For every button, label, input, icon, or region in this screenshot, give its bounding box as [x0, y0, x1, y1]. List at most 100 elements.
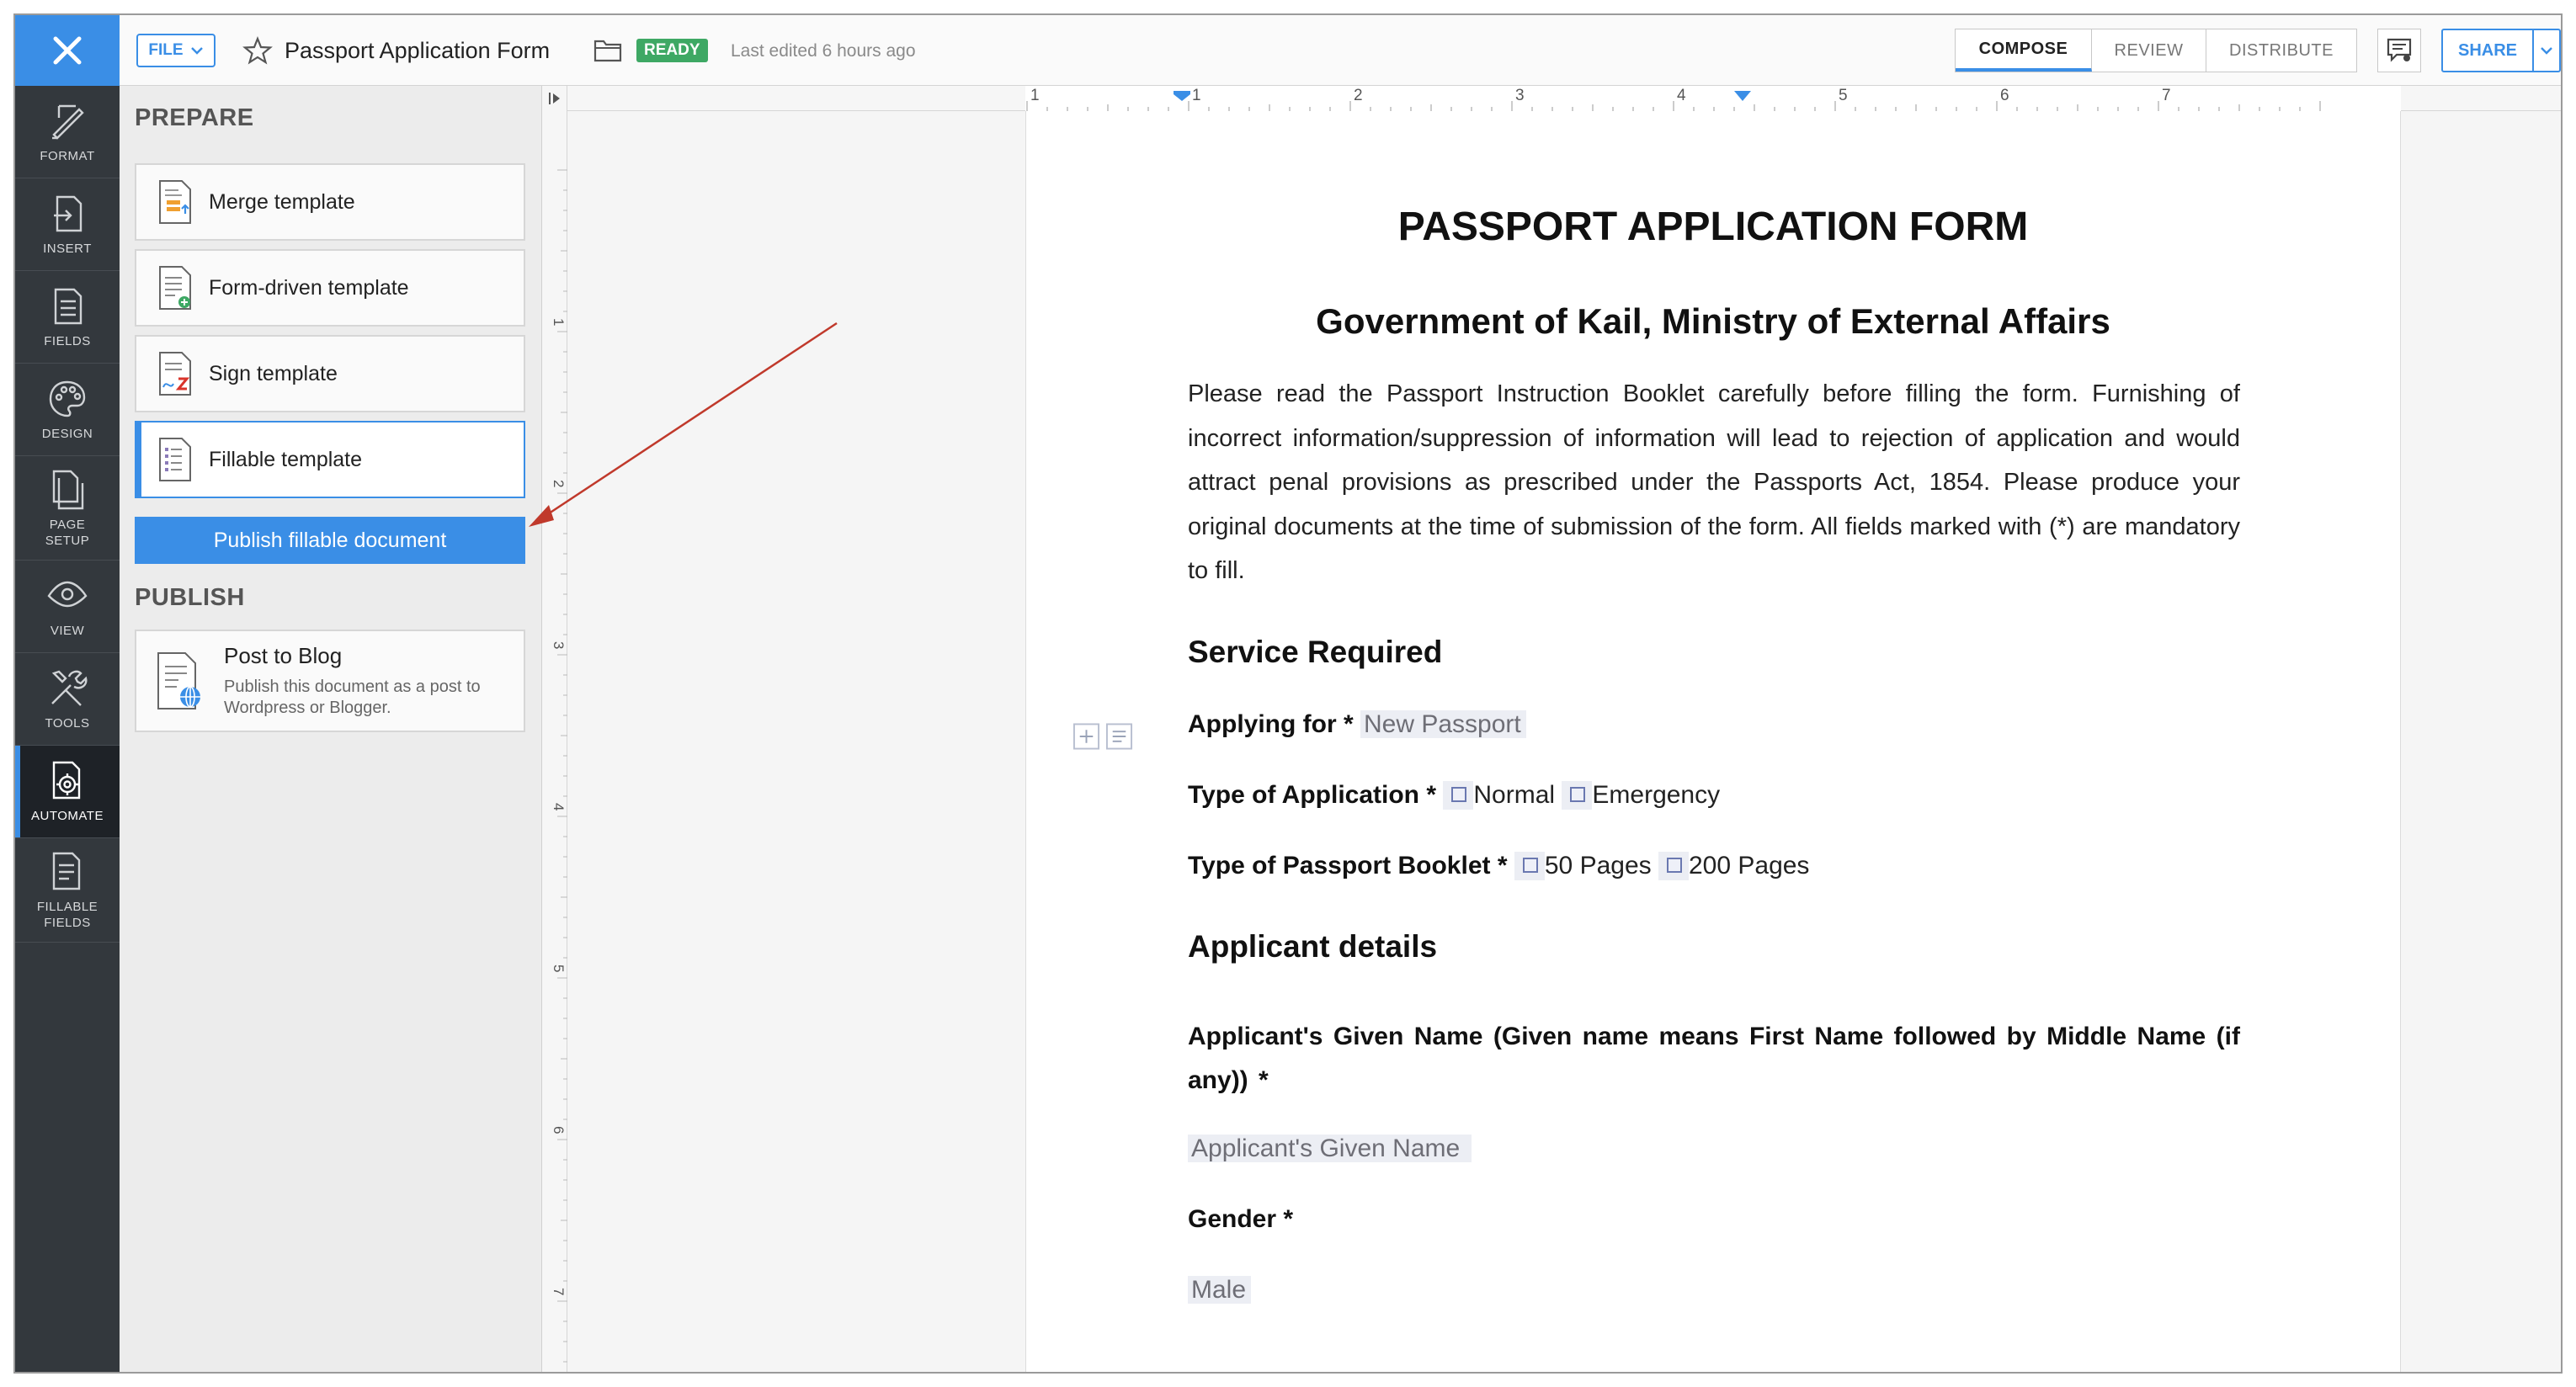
blog-post-icon	[157, 652, 200, 709]
option-label: Normal	[1473, 781, 1556, 809]
200-pages-checkbox[interactable]	[1666, 858, 1682, 874]
ruler-label: 2	[1354, 87, 1363, 104]
chat-button[interactable]	[2377, 29, 2421, 72]
rail-item-automate[interactable]: AUTOMATE	[15, 746, 120, 838]
applying-for-field[interactable]: New Passport	[1360, 710, 1526, 738]
app-window: FORMAT INSERT FIELDS DESIGN PAGE SETUP V…	[13, 13, 2563, 1374]
ruler-label: 7	[2162, 87, 2171, 104]
fillable-template-card[interactable]: Fillable template	[135, 421, 525, 498]
insert-icon	[54, 195, 82, 232]
share-options-button[interactable]	[2534, 30, 2559, 71]
rail-item-insert[interactable]: INSERT	[15, 178, 120, 271]
file-menu-button[interactable]: FILE	[136, 34, 216, 67]
rail-item-view[interactable]: VIEW	[15, 561, 120, 653]
fillable-template-icon	[159, 438, 191, 481]
gender-row: Male	[1188, 1276, 1252, 1305]
rail-item-design[interactable]: DESIGN	[15, 364, 120, 456]
close-icon	[53, 36, 82, 65]
page-setup-icon	[52, 470, 84, 509]
gender-label-row: Gender *	[1188, 1205, 1293, 1234]
tab-compose[interactable]: COMPOSE	[1956, 29, 2092, 72]
type-of-booklet-row: Type of Passport Booklet * 50 Pages 200 …	[1188, 852, 1809, 880]
rail-label: FORMAT	[40, 149, 95, 163]
blog-description: Publish this document as a post to Wordp…	[224, 678, 481, 717]
add-field-icon[interactable]	[1072, 722, 1100, 751]
card-label: Merge template	[209, 189, 355, 214]
publish-fillable-document-button[interactable]: Publish fillable document	[135, 517, 525, 564]
ruler-label: 6	[551, 1126, 567, 1134]
top-header: FILE Passport Application Form READY Las…	[120, 15, 2561, 86]
applying-for-row: Applying for * New Passport	[1188, 710, 1526, 739]
prepare-heading: PREPARE	[135, 104, 254, 131]
ruler-toggle-icon[interactable]	[547, 91, 562, 106]
given-name-field[interactable]: Applicant's Given Name	[1188, 1135, 1472, 1162]
rail-label: FILLABLE FIELDS	[36, 899, 98, 930]
mode-switcher: COMPOSE REVIEW DISTRIBUTE	[1955, 29, 2357, 72]
rail-item-tools[interactable]: TOOLS	[15, 653, 120, 746]
ruler-scale: 1 2 3 4 5 6 7	[551, 169, 567, 1363]
ruler-label: 1	[551, 318, 567, 326]
ruler-label: 5	[1839, 87, 1848, 104]
given-name-row: Applicant's Given Name	[1188, 1135, 1472, 1163]
rail-label: VIEW	[50, 624, 85, 638]
row-tools	[1072, 722, 1133, 751]
normal-checkbox[interactable]	[1451, 787, 1467, 803]
form-driven-template-card[interactable]: Form-driven template	[135, 249, 525, 327]
rail-label: INSERT	[43, 242, 92, 256]
rail-item-fillable-fields[interactable]: FILLABLE FIELDS	[15, 838, 120, 943]
ruler-label: 1	[1192, 87, 1201, 104]
intro-paragraph: Please read the Passport Instruction Boo…	[1188, 380, 2240, 584]
option-label: 200 Pages	[1688, 852, 1810, 879]
chevron-down-icon	[2541, 47, 2552, 55]
folder-icon[interactable]	[593, 37, 623, 64]
type-of-application-row: Type of Application * Normal Emergency	[1188, 781, 1720, 810]
option-label: 50 Pages	[1544, 852, 1652, 879]
file-menu-label: FILE	[148, 41, 184, 59]
gender-field[interactable]: Male	[1188, 1276, 1252, 1304]
document-title[interactable]: Passport Application Form	[285, 35, 550, 66]
merge-template-card[interactable]: Merge template	[135, 163, 525, 241]
tab-review[interactable]: REVIEW	[2092, 29, 2206, 72]
ruler-label: 4	[1677, 87, 1686, 104]
close-button[interactable]	[15, 15, 120, 86]
status-badge: READY	[636, 39, 708, 62]
ruler-label: 6	[2000, 87, 2009, 104]
rail-item-fields[interactable]: FIELDS	[15, 271, 120, 364]
vertical-ruler: 1 2 3 4 5 6 7	[542, 86, 567, 1372]
publish-heading: PUBLISH	[135, 584, 245, 611]
rail-label: TOOLS	[45, 716, 90, 731]
merge-template-icon	[159, 180, 191, 224]
post-to-blog-card[interactable]: Post to Blog Publish this document as a …	[135, 630, 525, 732]
field-label: Type of Passport Booklet *	[1188, 852, 1508, 879]
format-icon	[52, 104, 84, 140]
eye-icon	[47, 581, 88, 608]
star-icon[interactable]	[242, 35, 273, 66]
ruler-label: 3	[551, 641, 567, 649]
section-applicant-details: Applicant details	[1188, 929, 1438, 964]
emergency-checkbox[interactable]	[1570, 787, 1586, 803]
rail-label: AUTOMATE	[31, 809, 104, 823]
sign-template-icon	[159, 352, 191, 396]
form-template-icon	[159, 266, 191, 310]
share-group: SHARE	[2441, 29, 2561, 72]
tools-icon	[51, 670, 88, 706]
sign-template-card[interactable]: Sign template	[135, 335, 525, 412]
section-service-required: Service Required	[1188, 635, 1443, 669]
ruler-scale: 1 1 2 3 4 5 6 7	[1025, 86, 2401, 111]
card-label: Form-driven template	[209, 275, 409, 300]
card-label: Fillable template	[209, 447, 363, 471]
rail-label: DESIGN	[41, 427, 93, 441]
automate-panel: PREPARE Merge template Form-driven templ…	[120, 86, 542, 1372]
rail-item-format[interactable]: FORMAT	[15, 86, 120, 178]
tab-distribute[interactable]: DISTRIBUTE	[2206, 29, 2356, 72]
rail-item-page-setup[interactable]: PAGE SETUP	[15, 456, 120, 561]
ruler-label: 4	[551, 803, 567, 810]
field-label: Applying for *	[1188, 710, 1354, 738]
ruler-label: 2	[551, 480, 567, 487]
field-properties-icon[interactable]	[1105, 722, 1133, 751]
document-page[interactable]: PASSPORT APPLICATION FORM Government of …	[1025, 111, 2401, 1372]
last-edited-text: Last edited 6 hours ago	[731, 41, 916, 61]
share-button[interactable]: SHARE	[2443, 30, 2534, 71]
chevron-down-icon	[190, 47, 203, 55]
50-pages-checkbox[interactable]	[1522, 858, 1538, 874]
